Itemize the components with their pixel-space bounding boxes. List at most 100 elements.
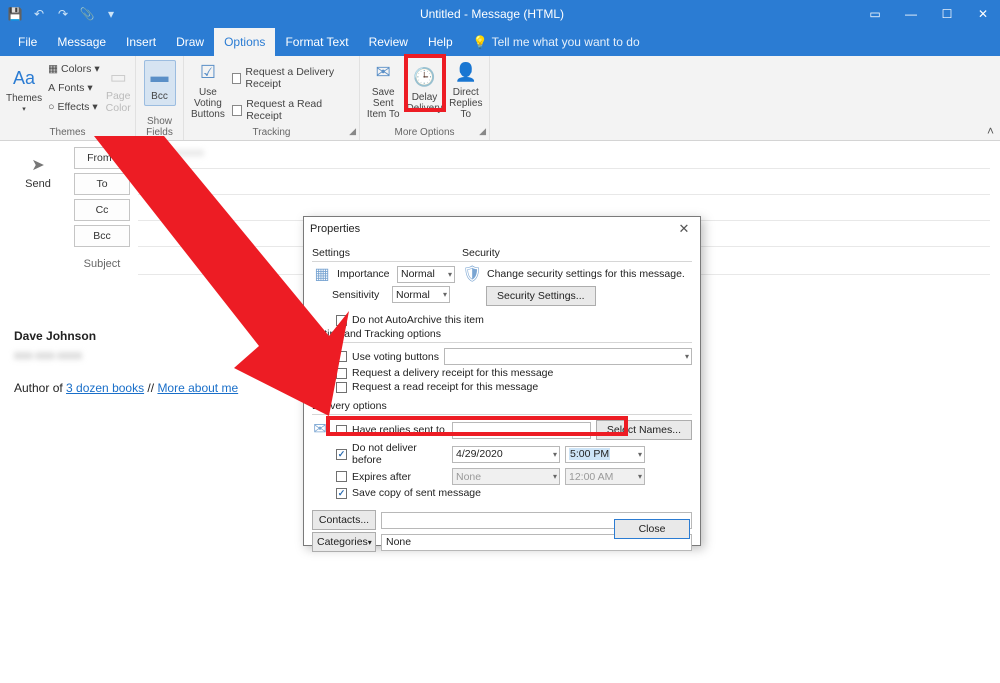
signature-link-books[interactable]: 3 dozen books [66,381,144,395]
close-icon[interactable]: ✕ [970,4,996,24]
tab-message[interactable]: Message [47,28,116,56]
have-replies-label: Have replies sent to [352,424,447,436]
tab-format-text[interactable]: Format Text [275,28,358,56]
dialog-title: Properties [310,223,360,235]
use-voting-checkbox[interactable] [336,351,347,362]
do-not-deliver-time[interactable]: 5:00 PM [565,446,645,463]
title-bar: 💾 ↶ ↷ 📎 ▾ Untitled - Message (HTML) ▭ — … [0,0,1000,28]
request-read-receipt[interactable]: Request a Read Receipt [232,98,353,122]
tell-me-search[interactable]: 💡 Tell me what you want to do [473,28,640,56]
page-color-label: Page Color [106,91,131,114]
dialog-close-icon[interactable]: ✕ [674,220,694,238]
group-more-options-label: More Options [366,127,483,140]
collapse-ribbon-icon[interactable]: ˄ [987,124,994,138]
voting-icon: ☑ [196,61,220,85]
fonts-icon: A [48,82,55,94]
delay-delivery-label: Delay Delivery [406,92,442,114]
maximize-icon[interactable]: ☐ [934,4,960,24]
expires-checkbox[interactable] [336,471,347,482]
tab-draw[interactable]: Draw [166,28,214,56]
save-copy-label: Save copy of sent message [352,487,481,499]
sensitivity-select[interactable]: Normal [392,286,450,303]
effects-icon: ○ [48,101,54,113]
autoarchive-checkbox[interactable] [336,315,347,326]
expires-date[interactable]: None [452,468,560,485]
attach-icon[interactable]: 📎 [76,3,98,25]
dialog-launcher-icon[interactable]: ◢ [479,126,486,137]
colors-icon: ▦ [48,63,58,75]
voting-options-select[interactable] [444,348,692,365]
cc-button[interactable]: Cc [74,199,130,221]
tab-insert[interactable]: Insert [116,28,166,56]
settings-header: Settings [312,247,462,259]
delay-delivery-icon: 🕒 [413,66,437,90]
expires-time[interactable]: 12:00 AM [565,468,645,485]
req-delivery-label: Request a delivery receipt for this mess… [352,367,553,379]
ribbon-body: Aa Themes ▾ ▦Colors ▾ AFonts ▾ ○Effects … [0,56,1000,141]
page-color-icon: ▭ [106,65,130,89]
ribbon-options-icon[interactable]: ▭ [862,4,888,24]
direct-replies-icon: 👤 [454,61,478,85]
do-not-deliver-checkbox[interactable] [336,449,347,460]
group-show-fields: ▬ Bcc Show Fields [136,56,184,140]
delay-delivery-button[interactable]: 🕒 Delay Delivery [406,60,442,120]
importance-label: Importance [337,268,392,280]
signature-link-about[interactable]: More about me [157,381,238,395]
select-names-button[interactable]: Select Names... [596,420,692,440]
close-button[interactable]: Close [614,519,690,539]
request-delivery-receipt[interactable]: Request a Delivery Receipt [232,66,353,90]
save-icon[interactable]: 💾 [4,3,26,25]
from-field[interactable]: xxxxxxxxxxxx [138,147,990,169]
save-copy-checkbox[interactable] [336,488,347,499]
tab-options[interactable]: Options [214,28,275,56]
undo-icon[interactable]: ↶ [28,3,50,25]
dialog-launcher-icon[interactable]: ◢ [349,126,356,137]
from-button[interactable]: From ▾ [74,147,130,169]
chevron-down-icon: ▾ [368,538,372,547]
save-sent-label: Save Sent Item To [366,87,400,120]
have-replies-checkbox[interactable] [336,425,347,436]
have-replies-field[interactable] [452,422,591,439]
voting-buttons[interactable]: ☑ Use Voting Buttons [190,60,226,120]
req-delivery-checkbox[interactable] [336,368,347,379]
properties-dialog: Properties ✕ Settings ▦ Importance Norma… [303,216,701,546]
lightbulb-icon: 💡 [473,35,488,49]
to-button[interactable]: To [74,173,130,195]
dialog-titlebar: Properties ✕ [304,217,700,241]
group-more-options: ✉ Save Sent Item To 🕒 Delay Delivery 👤 D… [360,56,490,140]
security-header: Security [462,247,692,259]
save-sent-item-button[interactable]: ✉ Save Sent Item To [366,60,400,120]
redo-icon[interactable]: ↷ [52,3,74,25]
send-button[interactable]: ➤ Send [10,147,66,197]
tab-review[interactable]: Review [359,28,418,56]
to-field[interactable] [138,173,990,195]
req-read-checkbox[interactable] [336,382,347,393]
do-not-deliver-date[interactable]: 4/29/2020 [452,446,560,463]
tab-help[interactable]: Help [418,28,463,56]
effects-button[interactable]: ○Effects ▾ [48,98,100,116]
fonts-button[interactable]: AFonts ▾ [48,79,100,97]
categories-button[interactable]: Categories▾ [312,532,376,552]
signature-phone: xxx-xxx-xxxx [14,346,238,365]
group-tracking-label: Tracking [190,127,353,140]
bcc-button[interactable]: Bcc [74,225,130,247]
colors-button[interactable]: ▦Colors ▾ [48,60,100,78]
security-settings-button[interactable]: Security Settings... [486,286,596,306]
themes-button[interactable]: Aa Themes ▾ [6,60,42,120]
expires-label: Expires after [352,471,447,483]
minimize-icon[interactable]: — [898,4,924,24]
tab-file[interactable]: File [8,28,47,56]
direct-replies-button[interactable]: 👤 Direct Replies To [449,60,483,120]
settings-icon: ▦ [312,264,332,284]
page-color-button[interactable]: ▭ Page Color [106,60,131,120]
checkbox-icon [232,105,242,116]
checkbox-icon [232,73,242,84]
signature-sep: // [144,381,157,395]
importance-select[interactable]: Normal [397,266,455,283]
bcc-label: Bcc [151,91,168,102]
signature-name: Dave Johnson [14,329,96,343]
qat-customize-icon[interactable]: ▾ [100,3,122,25]
contacts-button[interactable]: Contacts... [312,510,376,530]
bcc-button[interactable]: ▬ Bcc [144,60,176,106]
group-tracking: ☑ Use Voting Buttons Request a Delivery … [184,56,360,140]
